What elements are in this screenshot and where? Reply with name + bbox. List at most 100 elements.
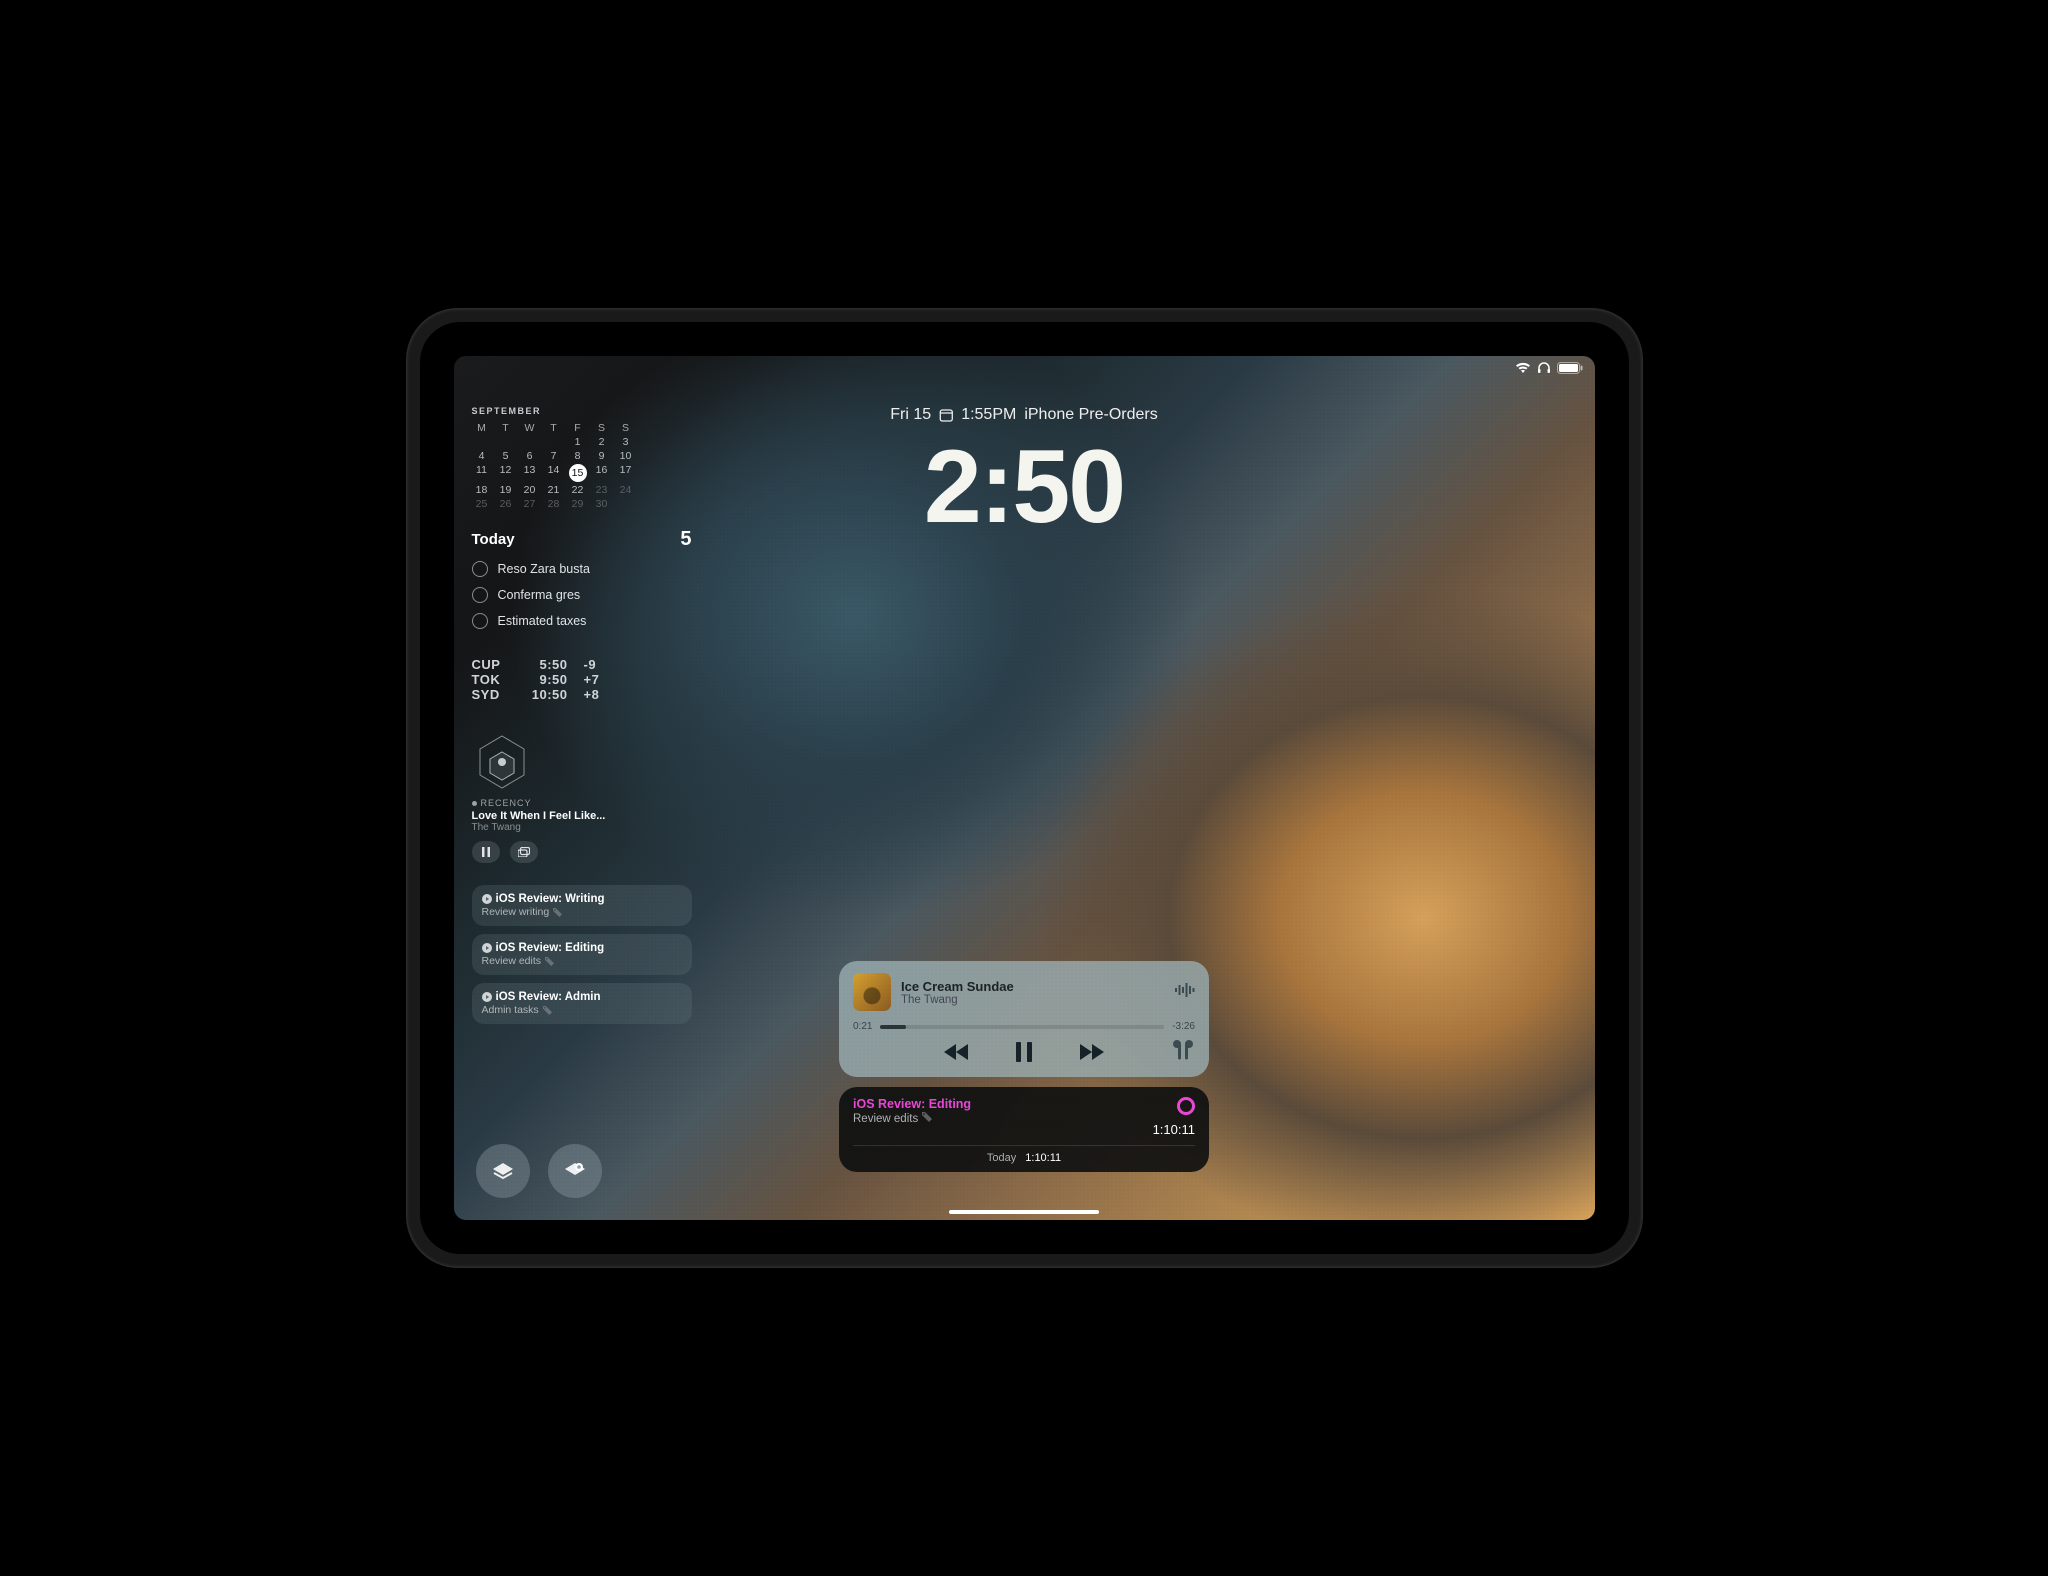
lock-screen: Fri 15 1:55PM iPhone Pre-Orders 2:50 SEP…	[454, 356, 1595, 1220]
pause-button[interactable]	[1016, 1042, 1032, 1067]
calendar-day[interactable]: 22	[568, 484, 588, 496]
timer-today-label: Today	[987, 1152, 1016, 1164]
clock-city: CUP	[472, 657, 508, 672]
reminders-count: 5	[680, 528, 691, 551]
clock-city: TOK	[472, 672, 508, 687]
calendar-header: T	[496, 422, 516, 434]
calendar-day[interactable]: 10	[616, 450, 636, 462]
elapsed-time: 0:21	[853, 1021, 872, 1032]
bottom-quick-buttons	[476, 1144, 602, 1198]
calendar-day[interactable]: 8	[568, 450, 588, 462]
rewind-button[interactable]	[944, 1043, 970, 1066]
calendar-day[interactable]: 21	[544, 484, 564, 496]
now-playing-card[interactable]: Ice Cream Sundae The Twang 0:21 -3:26	[839, 961, 1209, 1077]
left-widget-column: SEPTEMBER MTWTFSS12345678910111213141516…	[472, 406, 692, 1024]
reminder-checkbox[interactable]	[472, 561, 488, 577]
dateline-event: iPhone Pre-Orders	[1024, 406, 1157, 424]
shortcut-subtitle: Review edits	[482, 955, 542, 967]
reminders-list: Reso Zara busta Conferma gres Estimated ta…	[472, 561, 692, 629]
calendar-day[interactable]	[496, 436, 516, 448]
calendar-day[interactable]: 11	[472, 464, 492, 482]
calendar-day[interactable]: 30	[592, 498, 612, 510]
calendar-day[interactable]	[520, 436, 540, 448]
shortcut-card[interactable]: iOS Review: AdminAdmin tasks	[472, 983, 692, 1024]
calendar-day[interactable]: 26	[496, 498, 516, 510]
reminder-item[interactable]: Reso Zara busta	[472, 561, 692, 577]
calendar-day[interactable]: 6	[520, 450, 540, 462]
world-clocks[interactable]: CUP 5:50 -9TOK9:50+7SYD10:50+8	[472, 657, 692, 702]
reminders-header[interactable]: Today 5	[472, 528, 692, 551]
calendar-day[interactable]: 23	[592, 484, 612, 496]
calendar-day[interactable]: 15	[568, 464, 588, 482]
calendar-day[interactable]: 9	[592, 450, 612, 462]
clock-time: 5:50	[524, 657, 568, 672]
clock-offset: -9	[584, 657, 608, 672]
forward-button[interactable]	[1078, 1043, 1104, 1066]
mini-music-artist: The Twang	[472, 822, 692, 833]
shortcut-title: iOS Review: Writing	[496, 893, 605, 905]
calendar-day[interactable]: 12	[496, 464, 516, 482]
calendar-day[interactable]: 29	[568, 498, 588, 510]
now-playing-title: Ice Cream Sundae	[901, 979, 1165, 994]
calendar-day[interactable]	[472, 436, 492, 448]
calendar-day[interactable]: 17	[616, 464, 636, 482]
shortcut-title: iOS Review: Admin	[496, 991, 601, 1003]
shortcut-title: iOS Review: Editing	[496, 942, 605, 954]
calendar-day[interactable]: 5	[496, 450, 516, 462]
calendar-day[interactable]: 14	[544, 464, 564, 482]
quick-button-stack[interactable]	[476, 1144, 530, 1198]
reminders-title: Today	[472, 531, 515, 548]
mini-library-button[interactable]	[510, 841, 538, 863]
calendar-day[interactable]: 3	[616, 436, 636, 448]
calendar-day[interactable]: 4	[472, 450, 492, 462]
timer-today-row: Today 1:10:11	[853, 1152, 1195, 1164]
shortcut-card[interactable]: iOS Review: EditingReview edits	[472, 934, 692, 975]
calendar-day[interactable]	[544, 436, 564, 448]
tag-icon	[922, 1112, 932, 1125]
reminder-checkbox[interactable]	[472, 587, 488, 603]
calendar-day[interactable]: 18	[472, 484, 492, 496]
dateline-time: 1:55PM	[961, 406, 1016, 424]
calendar-day[interactable]: 25	[472, 498, 492, 510]
quick-button-capture[interactable]	[548, 1144, 602, 1198]
calendar-day[interactable]: 13	[520, 464, 540, 482]
reminder-item[interactable]: Conferma gres	[472, 587, 692, 603]
world-clock-row: SYD10:50+8	[472, 687, 692, 702]
calendar-header: S	[592, 422, 612, 434]
calendar-day[interactable]: 24	[616, 484, 636, 496]
calendar-grid[interactable]: MTWTFSS123456789101112131415161718192021…	[472, 422, 692, 510]
timer-today-time: 1:10:11	[1025, 1152, 1061, 1164]
timer-elapsed: 1:10:11	[1153, 1122, 1195, 1137]
calendar-day[interactable]: 2	[592, 436, 612, 448]
shortcut-subtitle: Admin tasks	[482, 1004, 539, 1016]
date-day: Fri 15	[890, 406, 931, 424]
calendar-day[interactable]: 1	[568, 436, 588, 448]
calendar-month: SEPTEMBER	[472, 406, 692, 416]
clock-time: 2:50	[924, 428, 1124, 547]
airpods-icon[interactable]	[1171, 1038, 1195, 1065]
world-clock-row: TOK9:50+7	[472, 672, 692, 687]
calendar-day[interactable]: 27	[520, 498, 540, 510]
calendar-day[interactable]: 16	[592, 464, 612, 482]
calendar-day[interactable]: 28	[544, 498, 564, 510]
mini-pause-button[interactable]	[472, 841, 500, 863]
reminder-item[interactable]: Estimated taxes	[472, 613, 692, 629]
reminder-checkbox[interactable]	[472, 613, 488, 629]
reminder-label: Reso Zara busta	[498, 562, 590, 576]
shortcut-card[interactable]: iOS Review: WritingReview writing	[472, 885, 692, 926]
tag-icon	[545, 957, 554, 966]
shortcut-subtitle: Review writing	[482, 906, 550, 918]
bezel: Fri 15 1:55PM iPhone Pre-Orders 2:50 SEP…	[420, 322, 1629, 1254]
calendar-day[interactable]: 7	[544, 450, 564, 462]
progress-bar[interactable]	[880, 1025, 1164, 1029]
home-indicator[interactable]	[949, 1210, 1099, 1215]
mini-music-widget[interactable]: RECENCY Love It When I Feel Like... The …	[472, 732, 692, 863]
calendar-day[interactable]	[616, 498, 636, 510]
timer-subtitle: Review edits	[853, 1113, 918, 1125]
record-icon[interactable]	[1177, 1097, 1195, 1115]
calendar-day[interactable]: 20	[520, 484, 540, 496]
play-icon	[482, 943, 492, 953]
calendar-day[interactable]: 19	[496, 484, 516, 496]
clock-offset: +8	[584, 687, 608, 702]
timer-card[interactable]: iOS Review: Editing Review edits 1:10:11…	[839, 1087, 1209, 1172]
